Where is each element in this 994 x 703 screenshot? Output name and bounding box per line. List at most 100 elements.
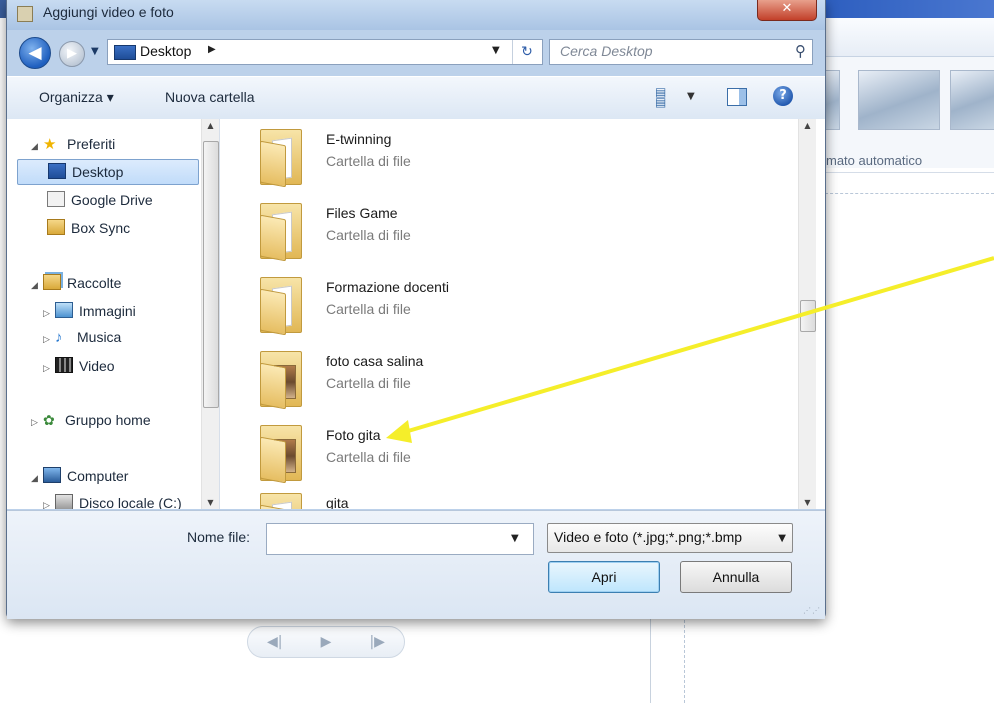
ribbon-separator bbox=[820, 172, 994, 173]
nav-libraries[interactable]: ◢ Raccolte bbox=[31, 274, 121, 291]
storyboard-guide bbox=[820, 193, 994, 194]
collapse-icon[interactable]: ◢ bbox=[31, 141, 43, 152]
nav-item-desktop[interactable]: Desktop bbox=[17, 159, 199, 185]
search-input[interactable]: Cerca Desktop bbox=[560, 43, 653, 59]
previous-frame-button[interactable]: ◀| bbox=[267, 634, 282, 650]
music-icon: ♪ bbox=[55, 329, 63, 346]
video-icon bbox=[55, 357, 73, 373]
navigation-bar: ◀ ▶ ▼ Desktop ▶ ▼ ↻ Cerca Desktop ⚲ bbox=[7, 32, 825, 72]
file-name: gita bbox=[326, 495, 349, 509]
refresh-button[interactable]: ↻ bbox=[512, 40, 541, 64]
homegroup-icon: ✿ bbox=[43, 412, 55, 428]
address-breadcrumb-desktop[interactable]: Desktop bbox=[140, 43, 191, 59]
dialog-title: Aggiungi video e foto bbox=[43, 4, 174, 20]
filename-label: Nome file: bbox=[187, 529, 251, 545]
file-type: Cartella di file bbox=[326, 153, 411, 169]
dialog-footer: Nome file: ▼ Video e foto (*.jpg;*.png;*… bbox=[7, 510, 825, 619]
folder-icon bbox=[260, 203, 302, 262]
desktop-icon bbox=[48, 163, 66, 179]
navigation-pane: ◢ ★ Preferiti Desktop Google Drive Box Syn… bbox=[7, 119, 220, 509]
nav-item-musica[interactable]: ▷ ♪ Musica bbox=[43, 329, 121, 346]
breadcrumb-chevron-icon[interactable]: ▶ bbox=[208, 44, 216, 55]
photo-folder-icon bbox=[260, 351, 302, 410]
preview-pane-icon[interactable] bbox=[727, 88, 747, 106]
address-dropdown-icon[interactable]: ▼ bbox=[492, 45, 500, 56]
back-button[interactable]: ◀ bbox=[19, 37, 51, 69]
playback-controls: ◀| ▶ |▶ bbox=[247, 626, 405, 658]
file-name: Files Game bbox=[326, 205, 398, 221]
file-type-value: Video e foto (*.jpg;*.png;*.bmp bbox=[554, 529, 743, 545]
nav-computer[interactable]: ◢ Computer bbox=[31, 467, 128, 484]
list-item[interactable]: Foto gita Cartella di file bbox=[256, 421, 776, 487]
filename-input[interactable] bbox=[266, 523, 534, 555]
scroll-up-arrow[interactable]: ▲ bbox=[799, 121, 816, 130]
file-list-scrollbar[interactable]: ▲ ▼ bbox=[798, 119, 816, 509]
recent-locations-dropdown[interactable]: ▼ bbox=[91, 46, 99, 57]
play-button[interactable]: ▶ bbox=[321, 634, 332, 650]
ribbon-group-label: mato automatico bbox=[826, 153, 923, 168]
pictures-icon bbox=[55, 302, 73, 318]
new-folder-button[interactable]: Nuova cartella bbox=[165, 89, 255, 105]
file-name: E-twinning bbox=[326, 131, 392, 147]
list-item[interactable]: foto casa salina Cartella di file bbox=[256, 347, 776, 413]
nav-favorites[interactable]: ◢ ★ Preferiti bbox=[31, 135, 115, 153]
nav-homegroup[interactable]: ▷ ✿ Gruppo home bbox=[31, 412, 151, 429]
visual-effect-thumbnail[interactable] bbox=[950, 70, 994, 130]
search-box[interactable]: Cerca Desktop ⚲ bbox=[549, 39, 813, 65]
forward-button[interactable]: ▶ bbox=[59, 41, 85, 67]
desktop-icon bbox=[114, 45, 136, 60]
next-frame-button[interactable]: |▶ bbox=[369, 634, 384, 650]
photo-folder-icon bbox=[260, 425, 302, 484]
navigation-scrollbar[interactable]: ▲ ▼ bbox=[201, 119, 219, 509]
nav-item-local-disk[interactable]: ▷ Disco locale (C:) bbox=[43, 494, 182, 509]
nav-item-immagini[interactable]: ▷ Immagini bbox=[43, 302, 136, 319]
nav-item-video[interactable]: ▷ Video bbox=[43, 357, 115, 374]
folder-icon bbox=[260, 493, 302, 509]
library-icon bbox=[43, 274, 61, 290]
chevron-down-icon[interactable]: ▼ bbox=[778, 533, 786, 544]
scroll-down-arrow[interactable]: ▼ bbox=[202, 498, 219, 507]
file-name: Foto gita bbox=[326, 427, 381, 443]
list-item[interactable]: E-twinning Cartella di file bbox=[256, 125, 776, 191]
expand-icon[interactable]: ▷ bbox=[43, 363, 55, 374]
file-type-select[interactable]: Video e foto (*.jpg;*.png;*.bmp ▼ bbox=[547, 523, 793, 553]
folder-icon bbox=[47, 219, 65, 235]
filename-dropdown-icon[interactable]: ▼ bbox=[511, 533, 519, 544]
help-icon[interactable]: ? bbox=[773, 86, 793, 106]
computer-icon bbox=[43, 467, 61, 483]
scrollbar-thumb[interactable] bbox=[203, 141, 219, 408]
scrollbar-thumb[interactable] bbox=[800, 300, 816, 332]
cancel-button[interactable]: Annulla bbox=[680, 561, 792, 593]
resize-grip[interactable]: ⋰⋰ bbox=[803, 606, 821, 615]
nav-item-google-drive[interactable]: Google Drive bbox=[47, 191, 153, 208]
collapse-icon[interactable]: ◢ bbox=[31, 473, 43, 484]
file-type: Cartella di file bbox=[326, 227, 411, 243]
scroll-up-arrow[interactable]: ▲ bbox=[202, 121, 219, 130]
address-bar[interactable]: Desktop ▶ ▼ ↻ bbox=[107, 39, 543, 65]
expand-icon[interactable]: ▷ bbox=[31, 417, 43, 428]
list-item[interactable]: Formazione docenti Cartella di file bbox=[256, 273, 776, 339]
file-type: Cartella di file bbox=[326, 301, 411, 317]
expand-icon[interactable]: ▷ bbox=[43, 334, 55, 345]
background-ribbon-tabs bbox=[820, 18, 994, 57]
collapse-icon[interactable]: ◢ bbox=[31, 280, 43, 291]
view-options-icon[interactable]: ▤ ▤ bbox=[655, 86, 677, 108]
list-item[interactable]: Files Game Cartella di file bbox=[256, 199, 776, 265]
open-button[interactable]: Apri bbox=[548, 561, 660, 593]
view-dropdown-icon[interactable]: ▼ bbox=[687, 91, 695, 102]
file-name: Formazione docenti bbox=[326, 279, 449, 295]
dialog-titlebar[interactable]: Aggiungi video e foto ✕ bbox=[7, 0, 825, 30]
file-name: foto casa salina bbox=[326, 353, 424, 369]
organize-menu[interactable]: Organizza ▾ bbox=[39, 89, 114, 106]
expand-icon[interactable]: ▷ bbox=[43, 500, 55, 509]
nav-item-box-sync[interactable]: Box Sync bbox=[47, 219, 130, 236]
search-icon[interactable]: ⚲ bbox=[795, 42, 806, 60]
scroll-down-arrow[interactable]: ▼ bbox=[799, 498, 816, 507]
expand-icon[interactable]: ▷ bbox=[43, 308, 55, 319]
folder-icon bbox=[260, 277, 302, 336]
disk-icon bbox=[55, 494, 73, 509]
visual-effect-thumbnail[interactable] bbox=[858, 70, 940, 130]
star-icon: ★ bbox=[43, 136, 57, 153]
list-item[interactable]: gita bbox=[256, 489, 776, 509]
close-button[interactable]: ✕ bbox=[757, 0, 817, 21]
